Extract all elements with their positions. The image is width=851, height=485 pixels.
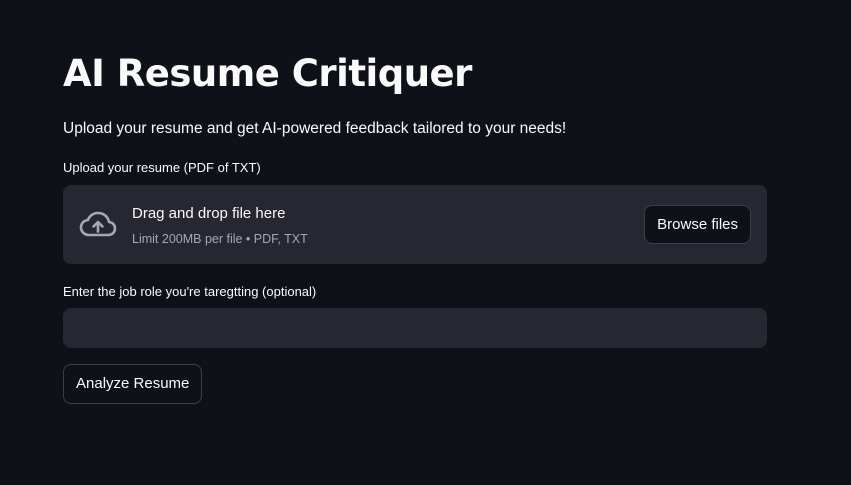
browse-files-button[interactable]: Browse files [644, 205, 751, 244]
dropzone-limit: Limit 200MB per file • PDF, TXT [132, 232, 308, 246]
job-role-label: Enter the job role you're taregtting (op… [63, 284, 317, 299]
upload-label: Upload your resume (PDF of TXT) [63, 160, 261, 175]
cloud-upload-icon [79, 210, 117, 240]
page-title: AI Resume Critiquer [63, 52, 472, 95]
job-role-input[interactable] [63, 308, 767, 348]
page-subtitle: Upload your resume and get AI-powered fe… [63, 120, 567, 137]
dropzone-instruction: Drag and drop file here [132, 205, 286, 222]
analyze-resume-button[interactable]: Analyze Resume [63, 364, 203, 404]
file-dropzone[interactable]: Drag and drop file here Limit 200MB per … [63, 185, 767, 264]
